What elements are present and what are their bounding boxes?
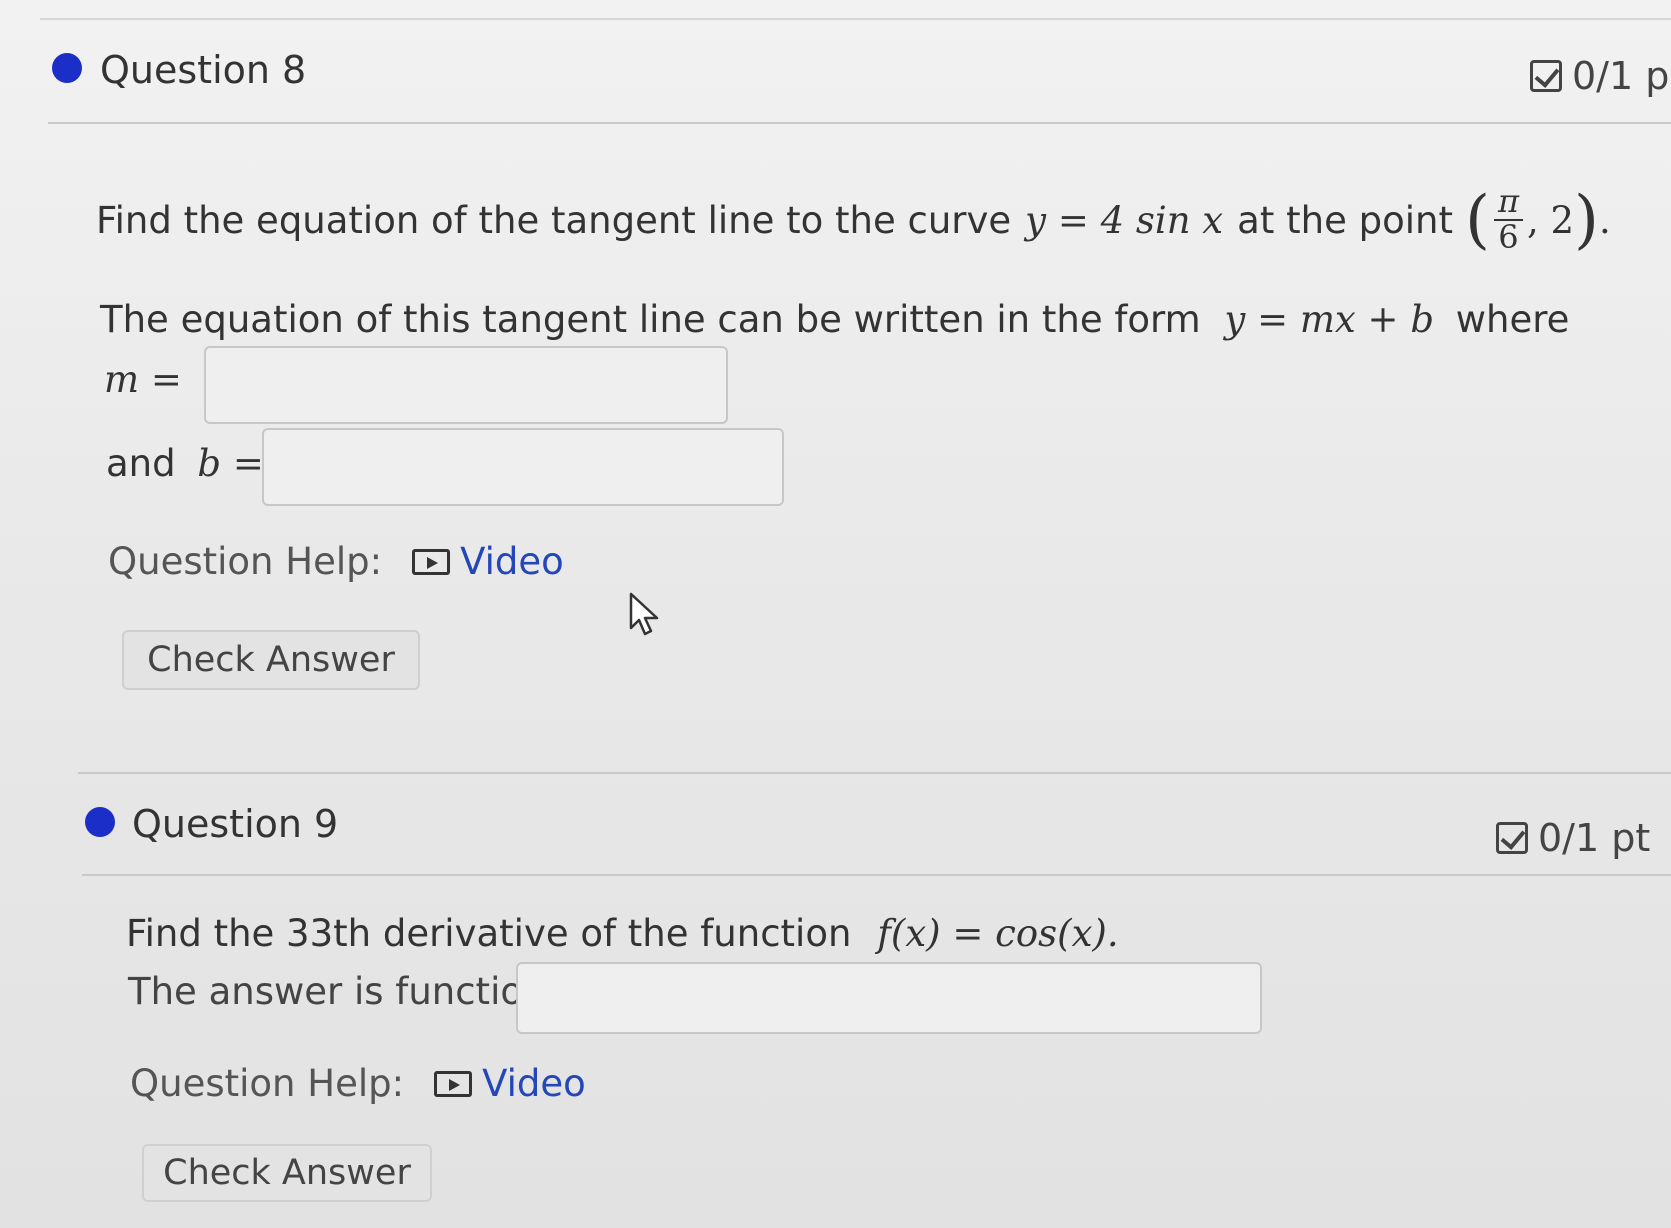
help-label: Question Help:: [130, 1062, 405, 1105]
comma: ,: [1526, 198, 1551, 242]
answer-label: The answer is function: [128, 970, 547, 1013]
question-9-divider: [82, 874, 1671, 876]
question-8-divider: [48, 122, 1671, 124]
checkbox-icon: [1496, 822, 1528, 854]
m-input[interactable]: [204, 346, 728, 424]
point-y: 2: [1550, 198, 1575, 242]
check-answer-button[interactable]: Check Answer: [122, 630, 420, 690]
question-8-prompt: Find the equation of the tangent line to…: [96, 180, 1611, 260]
video-link[interactable]: Video: [412, 540, 564, 583]
question-9-help: Question Help: Video: [130, 1062, 586, 1105]
and-text: and: [106, 442, 176, 485]
question-8-title: Question 8: [100, 48, 307, 92]
video-link[interactable]: Video: [434, 1062, 586, 1105]
function-equation: f(x) = cos(x).: [877, 912, 1119, 955]
question-8-points: 0/1 p: [1530, 54, 1669, 98]
checkbox-icon: [1530, 60, 1562, 92]
status-dot-icon: [85, 807, 115, 837]
section-divider: [78, 772, 1671, 774]
video-label: Video: [482, 1062, 586, 1105]
status-dot-icon: [52, 53, 82, 83]
form-sentence: The equation of this tangent line can be…: [100, 298, 1569, 341]
question-8-help: Question Help: Video: [108, 540, 564, 583]
top-divider: [40, 18, 1671, 20]
where-text: where: [1455, 298, 1570, 341]
function-answer-input[interactable]: [516, 962, 1262, 1034]
help-label: Question Help:: [108, 540, 383, 583]
pi-over-6-fraction: π 6: [1493, 185, 1523, 256]
period: .: [1599, 198, 1611, 242]
fraction-denominator: 6: [1498, 218, 1519, 256]
form-equation: y = mx + b: [1224, 298, 1435, 341]
video-play-icon: [412, 548, 451, 575]
question-8-score: 0/1 p: [1572, 54, 1670, 98]
question-9-prompt: Find the 33th derivative of the function…: [126, 912, 1119, 955]
b-label-row: and b =: [106, 442, 264, 485]
prompt-text: Find the equation of the tangent line to…: [96, 198, 1012, 242]
form-text: The equation of this tangent line can be…: [100, 298, 1201, 341]
curve-equation: y = 4 sin x: [1025, 198, 1224, 242]
b-input[interactable]: [262, 428, 784, 506]
question-9-score: 0/1 pt: [1538, 816, 1651, 860]
prompt-text: Find the 33th derivative of the function: [126, 912, 852, 955]
point-coordinates: ( π 6 , 2 ) .: [1465, 183, 1611, 257]
check-answer-button[interactable]: Check Answer: [142, 1144, 432, 1202]
right-paren: ): [1574, 183, 1600, 257]
mouse-cursor-icon: [629, 592, 659, 636]
question-9-points: 0/1 pt: [1496, 816, 1650, 860]
b-label: b =: [197, 442, 264, 485]
at-the-point-text: at the point: [1237, 198, 1453, 242]
video-play-icon: [434, 1070, 473, 1097]
m-label: m =: [104, 358, 182, 401]
question-9-title: Question 9: [132, 802, 339, 846]
left-paren: (: [1464, 183, 1490, 257]
video-label: Video: [460, 540, 564, 583]
fraction-numerator: π: [1493, 185, 1523, 221]
